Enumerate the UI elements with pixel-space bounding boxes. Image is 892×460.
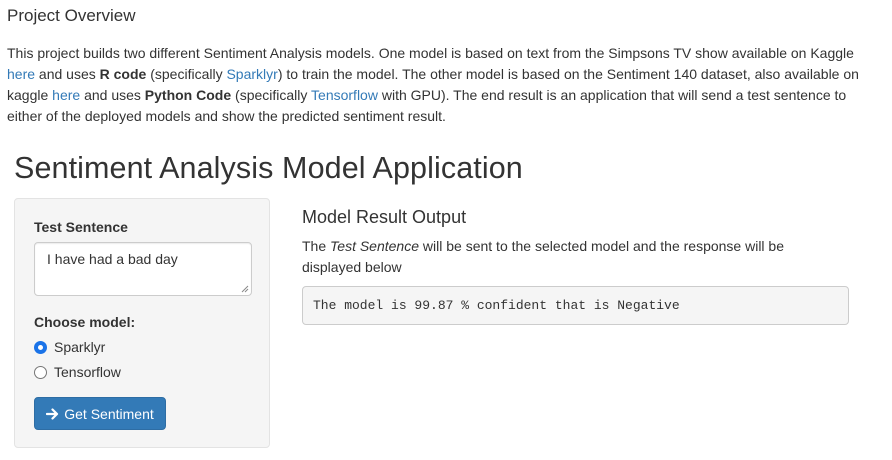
test-sentence-label: Test Sentence [34,219,128,235]
page: Project Overview This project builds two… [0,0,892,460]
test-sentence-value: I have had a bad day [47,251,178,267]
overview-title: Project Overview [7,6,136,25]
model-option-sparklyr[interactable]: Sparklyr [34,339,105,355]
overview-paragraph: This project builds two different Sentim… [7,43,867,127]
result-title: Model Result Output [302,207,467,227]
result-output-box: The model is 99.87 % confident that is N… [302,286,849,325]
radio-label-tensorflow: Tensorflow [54,364,121,380]
overview-text-part: This project builds two different Sentim… [7,45,854,61]
radio-label-sparklyr: Sparklyr [54,339,106,355]
resize-grip-icon[interactable] [241,285,249,293]
overview-text-part: and uses [80,87,145,103]
test-sentence-input[interactable]: I have had a bad day [34,242,252,296]
sparklyr-link[interactable]: Sparklyr [226,66,277,82]
radio-tensorflow[interactable] [34,365,47,379]
model-option-tensorflow[interactable]: Tensorflow [34,364,121,380]
input-sidebar-panel: Test Sentence I have had a bad day Choos… [14,198,270,448]
get-sentiment-label: Get Sentiment [64,405,154,422]
choose-model-label: Choose model: [34,314,136,330]
result-output-text: The model is 99.87 % confident that is N… [313,298,680,313]
kaggle-sentiment140-link[interactable]: here [52,87,80,103]
result-desc-part: The [302,238,331,254]
tensorflow-link[interactable]: Tensorflow [311,87,378,103]
overview-text-part: and uses [35,66,100,82]
kaggle-simpsons-link[interactable]: here [7,66,35,82]
radio-sparklyr[interactable] [34,340,47,354]
r-code-bold: R code [99,66,147,82]
result-desc-emphasis: Test Sentence [330,238,420,254]
result-description: The Test Sentence will be sent to the se… [302,236,822,278]
python-code-bold: Python Code [144,87,232,103]
overview-text-part: (specifically [231,87,312,103]
get-sentiment-button[interactable]: Get Sentiment [34,397,166,430]
overview-text-part: (specifically [146,66,227,82]
arrow-right-icon [46,407,59,420]
app-title: Sentiment Analysis Model Application [14,151,523,185]
